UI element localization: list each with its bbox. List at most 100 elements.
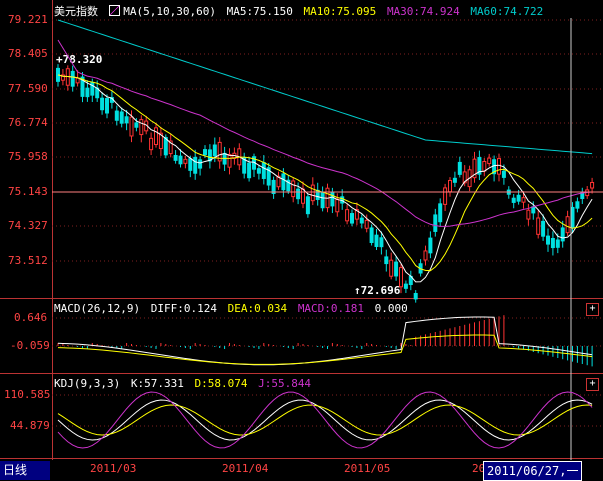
candle-body bbox=[497, 158, 501, 175]
candle-body bbox=[212, 144, 217, 157]
candle-body bbox=[124, 116, 129, 124]
candle-body bbox=[320, 191, 325, 209]
candle-body bbox=[536, 217, 541, 235]
kdj-param-label: KDJ(9,3,3) bbox=[54, 377, 121, 390]
candle-body bbox=[359, 217, 364, 224]
macd-dea-label: DEA:0.034 bbox=[227, 302, 288, 315]
ma10-line bbox=[57, 74, 593, 272]
candle-body bbox=[119, 111, 124, 124]
candle-body bbox=[134, 122, 139, 128]
candle-body bbox=[114, 110, 119, 121]
macd-value-label: MACD:0.181 bbox=[297, 302, 365, 315]
candle-body bbox=[70, 70, 75, 87]
kdj-legend: KDJ(9,3,3) K:57.331 D:58.074 J:55.844 bbox=[54, 377, 315, 390]
candle-body bbox=[139, 119, 144, 136]
candle-body bbox=[364, 219, 369, 229]
macd-dea-line bbox=[57, 334, 593, 365]
candle-body bbox=[531, 206, 536, 214]
candle-body bbox=[487, 157, 492, 165]
candle-body bbox=[546, 235, 550, 245]
candle-body bbox=[291, 180, 296, 198]
candle-body bbox=[261, 162, 266, 179]
candle-body bbox=[399, 267, 403, 288]
candle-body bbox=[516, 194, 521, 202]
candle-body bbox=[413, 292, 418, 300]
candle-body bbox=[511, 197, 516, 203]
candle-body bbox=[129, 116, 134, 137]
candle-body bbox=[550, 237, 555, 249]
candle-body bbox=[100, 97, 105, 111]
candle-body bbox=[178, 155, 183, 165]
candle-body bbox=[389, 259, 394, 277]
candle-body bbox=[296, 188, 301, 200]
candle-body bbox=[149, 137, 154, 151]
candle-body bbox=[85, 87, 90, 98]
candle-body bbox=[403, 283, 408, 289]
candle-body bbox=[433, 214, 438, 232]
candle-body bbox=[310, 184, 315, 202]
candle-body bbox=[227, 153, 232, 168]
candle-body bbox=[183, 158, 188, 164]
candle-body bbox=[335, 198, 340, 213]
candle-body bbox=[590, 182, 595, 189]
candle-body bbox=[394, 261, 399, 277]
candle-body bbox=[345, 209, 350, 222]
candle-body bbox=[374, 234, 379, 247]
candle-body bbox=[423, 250, 428, 261]
candle-body bbox=[526, 209, 531, 220]
candle-body bbox=[541, 220, 546, 237]
candle-body bbox=[443, 187, 448, 205]
kdj-maximize-button[interactable]: + bbox=[586, 378, 599, 391]
kdj-j-label: J:55.844 bbox=[258, 377, 312, 390]
candle-body bbox=[501, 170, 506, 178]
candle-body bbox=[482, 161, 487, 172]
ma60-line bbox=[57, 19, 593, 155]
kdj-k-label: K:57.331 bbox=[130, 377, 184, 390]
candle-body bbox=[154, 127, 158, 146]
macd-extra-label: 0.000 bbox=[374, 302, 408, 315]
macd-maximize-button[interactable]: + bbox=[586, 303, 599, 316]
kdj-y-tick-1: 110.585 bbox=[4, 388, 51, 401]
candle-body bbox=[555, 239, 560, 248]
period-button[interactable]: 日线 bbox=[0, 461, 50, 480]
macd-diff-line bbox=[57, 316, 593, 366]
macd-param-label: MACD(26,12,9) bbox=[54, 302, 141, 315]
candle-body bbox=[301, 188, 305, 204]
cursor-date-label: 2011/06/27,一 bbox=[483, 461, 583, 481]
candle-body bbox=[575, 201, 580, 209]
candle-body bbox=[457, 161, 462, 175]
candle-body bbox=[560, 227, 565, 242]
candle-body bbox=[350, 213, 354, 224]
main-candlestick-chart bbox=[52, 18, 603, 460]
macd-y-tick-1: 0.646 bbox=[14, 311, 48, 324]
candle-body bbox=[379, 237, 384, 248]
x-label-mar: 2011/03 bbox=[90, 462, 137, 475]
macd-y-tick-2: -0.059 bbox=[10, 339, 50, 352]
candle-body bbox=[203, 149, 207, 156]
candle-body bbox=[448, 179, 452, 193]
macd-legend: MACD(26,12,9) DIFF:0.124 DEA:0.034 MACD:… bbox=[54, 302, 412, 315]
candle-body bbox=[452, 177, 457, 183]
candle-body bbox=[565, 216, 570, 234]
kdj-d-label: D:58.074 bbox=[194, 377, 248, 390]
x-label-may: 2011/05 bbox=[344, 462, 391, 475]
candle-body bbox=[193, 156, 198, 174]
candle-body bbox=[369, 227, 374, 243]
candle-body bbox=[188, 158, 193, 171]
candle-body bbox=[521, 197, 526, 203]
candle-body bbox=[173, 154, 178, 161]
candle-body bbox=[105, 98, 109, 114]
candle-body bbox=[438, 203, 443, 223]
candle-body bbox=[198, 159, 203, 169]
candle-body bbox=[428, 237, 433, 254]
ma5-line bbox=[57, 74, 593, 283]
candle-body bbox=[256, 168, 261, 174]
macd-diff-label: DIFF:0.124 bbox=[150, 302, 217, 315]
candle-body bbox=[281, 173, 286, 191]
candle-body bbox=[247, 162, 252, 179]
x-label-apr: 2011/04 bbox=[222, 462, 269, 475]
candle-body bbox=[90, 81, 95, 96]
candle-body bbox=[384, 256, 389, 265]
kdj-y-tick-2: 44.879 bbox=[10, 419, 50, 432]
candle-body bbox=[305, 196, 310, 215]
